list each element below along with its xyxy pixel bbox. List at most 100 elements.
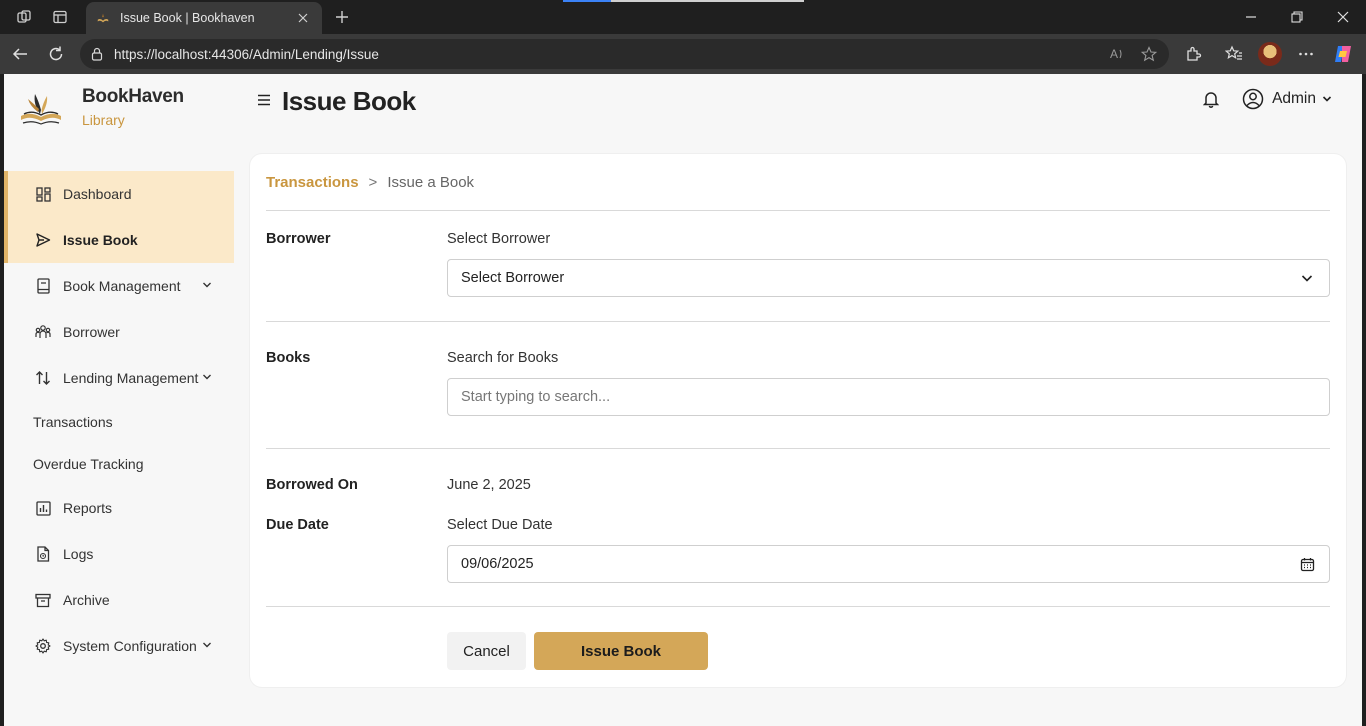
- sidebar-item-label: System Configuration: [63, 638, 197, 654]
- borrower-row-label: Borrower: [266, 231, 331, 247]
- page-title: Issue Book: [282, 86, 416, 116]
- breadcrumb-current: Issue a Book: [387, 174, 475, 191]
- hamburger-icon[interactable]: [257, 90, 271, 111]
- sidebar-item-label: Issue Book: [63, 232, 138, 248]
- browser-toolbar: https://localhost:44306/Admin/Lending/Is…: [0, 34, 1366, 74]
- sidebar-item-reports[interactable]: Reports: [4, 485, 234, 531]
- sidebar-item-label: Borrower: [63, 324, 120, 340]
- sidebar-item-logs[interactable]: Logs: [4, 531, 234, 577]
- app-container: BookHaven Library Issue Book Admin Dashb…: [4, 74, 1362, 726]
- divider: [266, 321, 1330, 322]
- bell-icon[interactable]: [1200, 88, 1222, 110]
- favorites-icon[interactable]: [1222, 42, 1246, 66]
- borrowed-on-label: Borrowed On: [266, 477, 358, 493]
- minimize-icon[interactable]: [1228, 5, 1274, 29]
- dashboard-icon: [34, 185, 52, 203]
- vertical-tabs-icon[interactable]: [46, 5, 74, 29]
- browser-tab[interactable]: Issue Book | Bookhaven: [86, 2, 322, 34]
- sidebar-item-lending-management[interactable]: Lending Management: [4, 355, 234, 401]
- issue-book-card: Transactions > Issue a Book Borrower Sel…: [250, 154, 1346, 687]
- chevron-down-icon: [203, 282, 211, 288]
- window-indicator: [563, 0, 611, 2]
- book-search-placeholder: Start typing to search...: [461, 389, 611, 405]
- sidebar: Dashboard Issue Book Book Management Bor…: [4, 171, 234, 669]
- chevron-down-icon: [203, 374, 211, 380]
- select-borrower-label: Select Borrower: [447, 231, 551, 247]
- sidebar-item-label: Lending Management: [63, 370, 199, 386]
- breadcrumb: Transactions > Issue a Book: [266, 174, 474, 191]
- sidebar-item-issue-book[interactable]: Issue Book: [4, 217, 234, 263]
- gear-icon: [34, 637, 52, 655]
- books-row-label: Books: [266, 350, 311, 366]
- window-indicator-2: [611, 0, 804, 2]
- address-bar[interactable]: https://localhost:44306/Admin/Lending/Is…: [80, 39, 1169, 69]
- tab-favicon-icon: [97, 13, 109, 23]
- borrowed-on-value: June 2, 2025: [447, 477, 531, 493]
- borrower-select[interactable]: Select Borrower: [447, 259, 1330, 297]
- brand-name: BookHaven: [82, 86, 184, 107]
- chevron-down-icon: [203, 642, 211, 648]
- swap-icon: [34, 369, 52, 387]
- log-icon: [34, 545, 52, 563]
- browser-titlebar: Issue Book | Bookhaven: [0, 0, 1366, 34]
- due-date-label: Due Date: [266, 517, 329, 533]
- brand-subtitle: Library: [82, 112, 125, 128]
- tab-title: Issue Book | Bookhaven: [120, 11, 255, 25]
- sidebar-item-borrower[interactable]: Borrower: [4, 309, 234, 355]
- workspaces-icon[interactable]: [10, 5, 38, 29]
- read-aloud-icon[interactable]: A: [1108, 45, 1126, 63]
- borrower-select-value: Select Borrower: [461, 270, 565, 286]
- cancel-button[interactable]: Cancel: [447, 632, 526, 670]
- sidebar-item-system-configuration[interactable]: System Configuration: [4, 623, 234, 669]
- due-date-value: 09/06/2025: [461, 556, 534, 572]
- close-window-icon[interactable]: [1320, 5, 1366, 29]
- new-tab-icon[interactable]: [330, 5, 354, 29]
- restore-icon[interactable]: [1274, 5, 1320, 29]
- back-icon[interactable]: [8, 42, 32, 66]
- archive-icon: [34, 591, 52, 609]
- send-icon: [34, 231, 52, 249]
- divider: [266, 448, 1330, 449]
- extensions-icon[interactable]: [1181, 42, 1205, 66]
- user-circle-icon: [1242, 88, 1264, 110]
- sidebar-item-label: Logs: [63, 546, 94, 562]
- divider: [266, 210, 1330, 211]
- calendar-icon[interactable]: [1299, 556, 1315, 572]
- sidebar-item-label: Archive: [63, 592, 110, 608]
- more-options-icon[interactable]: [1294, 42, 1318, 66]
- lock-icon[interactable]: [88, 45, 106, 63]
- people-icon: [34, 323, 52, 341]
- sidebar-item-dashboard[interactable]: Dashboard: [4, 171, 234, 217]
- svg-text:A: A: [1110, 47, 1118, 61]
- search-books-label: Search for Books: [447, 350, 559, 366]
- user-menu[interactable]: Admin: [1242, 88, 1332, 110]
- profile-avatar[interactable]: [1258, 42, 1282, 66]
- brand[interactable]: BookHaven Library: [18, 86, 184, 130]
- url-text: https://localhost:44306/Admin/Lending/Is…: [114, 46, 379, 62]
- book-logo-icon: [21, 94, 61, 125]
- sidebar-item-book-management[interactable]: Book Management: [4, 263, 234, 309]
- book-icon: [34, 277, 52, 295]
- chevron-down-icon: [1322, 96, 1332, 102]
- refresh-icon[interactable]: [44, 42, 68, 66]
- book-search-input[interactable]: Start typing to search...: [447, 378, 1330, 416]
- breadcrumb-link-transactions[interactable]: Transactions: [266, 174, 359, 191]
- chevron-down-icon: [1299, 270, 1315, 286]
- breadcrumb-separator: >: [368, 174, 378, 191]
- tab-close-icon[interactable]: [294, 9, 312, 27]
- select-due-date-label: Select Due Date: [447, 517, 553, 533]
- sidebar-subitem-overdue-tracking[interactable]: Overdue Tracking: [4, 443, 234, 485]
- sidebar-item-label: Reports: [63, 500, 113, 516]
- divider: [266, 606, 1330, 607]
- due-date-input[interactable]: 09/06/2025: [447, 545, 1330, 583]
- sidebar-subitem-transactions[interactable]: Transactions: [4, 401, 234, 443]
- issue-book-button[interactable]: Issue Book: [534, 632, 708, 670]
- favorite-star-icon[interactable]: [1140, 45, 1158, 63]
- copilot-icon[interactable]: [1331, 42, 1355, 66]
- header-actions: Admin: [1200, 88, 1332, 110]
- chart-icon: [34, 499, 52, 517]
- sidebar-item-archive[interactable]: Archive: [4, 577, 234, 623]
- sidebar-item-label: Book Management: [63, 278, 181, 294]
- user-name: Admin: [1272, 90, 1316, 107]
- sidebar-item-label: Dashboard: [63, 186, 132, 202]
